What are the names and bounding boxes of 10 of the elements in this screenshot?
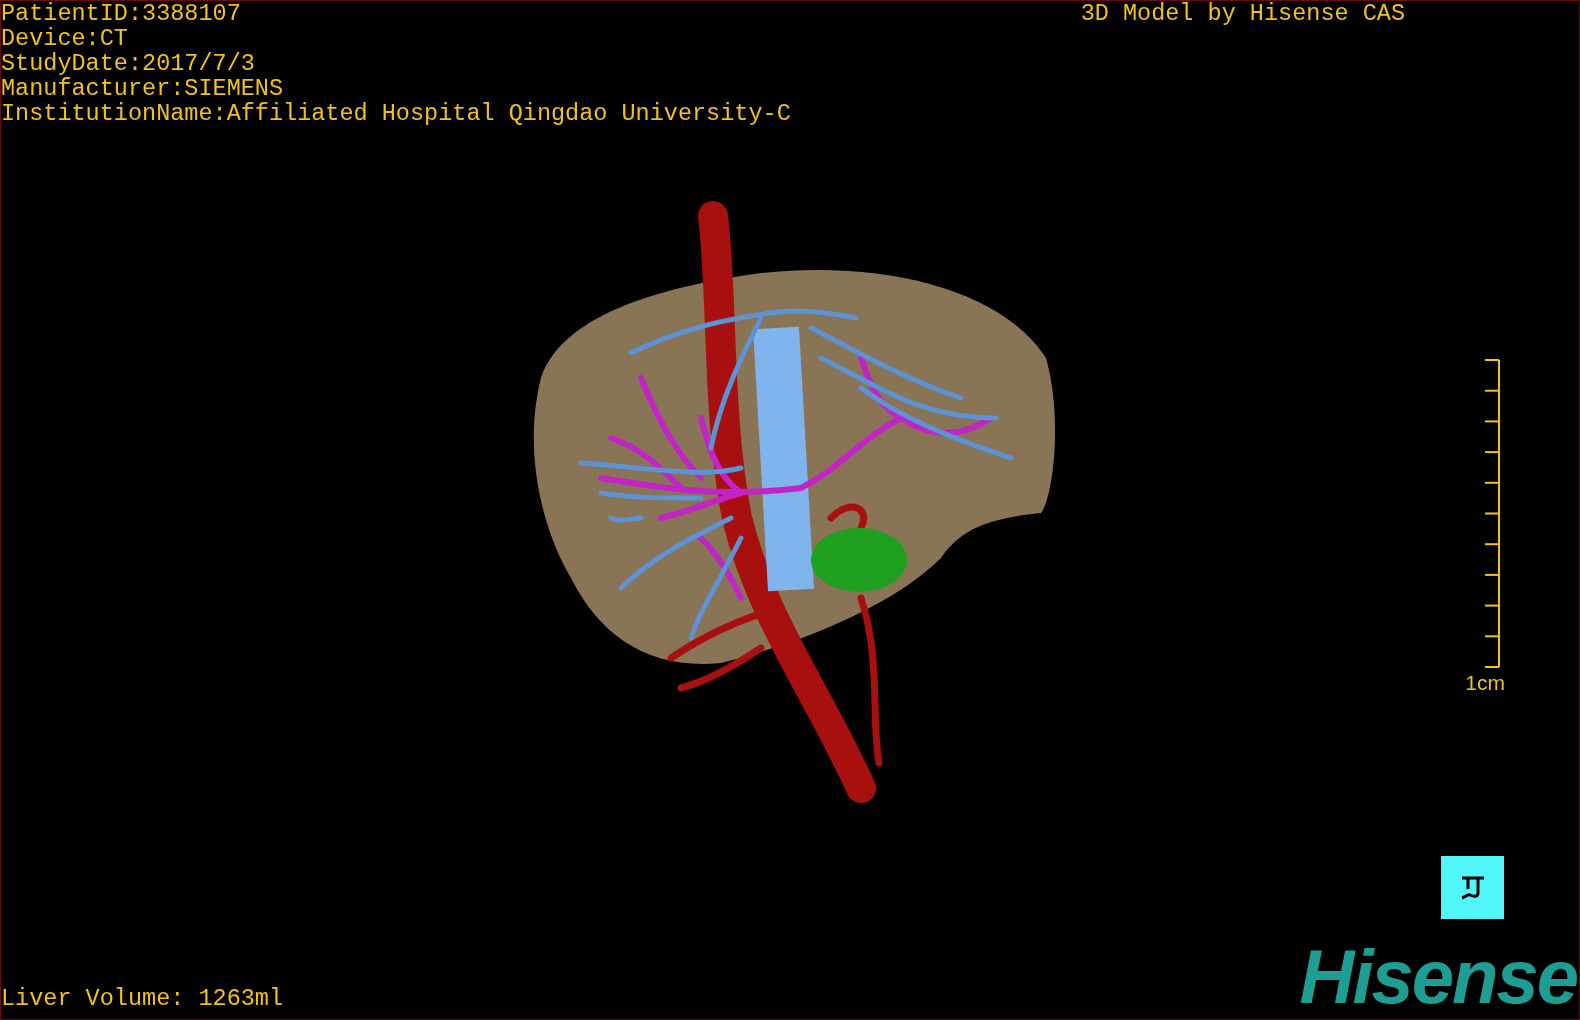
info-line: PatientID:3388107 bbox=[1, 1, 242, 26]
viewer-title: 3D Model by Hisense CAS bbox=[1080, 1, 1405, 29]
liver-volume-text: Liver Volume: 1263ml bbox=[1, 986, 284, 1011]
info-line: Manufacturer:SIEMENS bbox=[1, 76, 285, 101]
info-line: Device:CT bbox=[1, 26, 129, 51]
scale-label: 1cm bbox=[1465, 672, 1505, 694]
brand-logo: Hisense bbox=[1299, 947, 1577, 1007]
orientation-cube-icon[interactable] bbox=[1441, 856, 1504, 919]
info-line: StudyDate:2017/7/3 bbox=[1, 51, 256, 76]
info-line: InstitutionName:Affiliated Hospital Qingdao University-C bbox=[1, 101, 791, 126]
